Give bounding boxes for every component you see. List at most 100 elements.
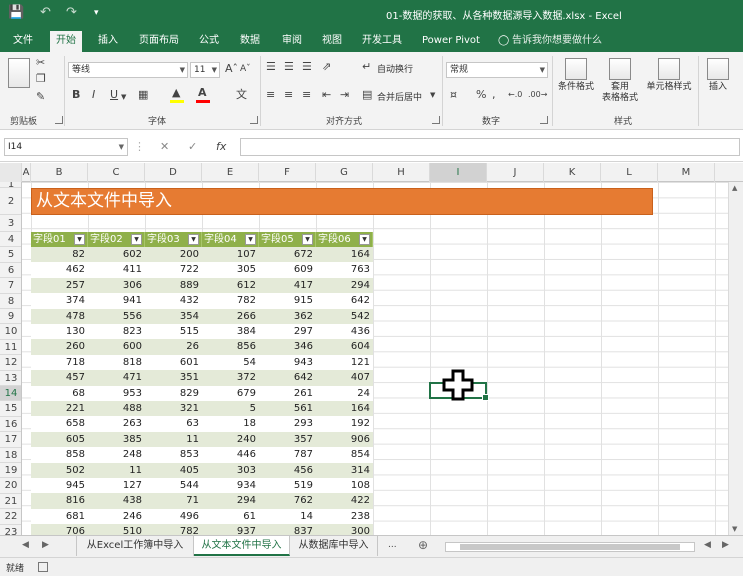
- filter-dropdown-icon[interactable]: ▼: [245, 234, 256, 245]
- column-header-L[interactable]: L: [601, 163, 658, 182]
- alignment-launcher-icon[interactable]: [432, 116, 440, 124]
- table-cell[interactable]: 612: [202, 278, 259, 293]
- wrap-text-button[interactable]: 自动换行: [377, 62, 413, 75]
- row-header-15[interactable]: 15: [0, 401, 21, 417]
- underline-button[interactable]: U: [110, 88, 118, 102]
- cell-styles-button[interactable]: 单元格样式: [642, 58, 696, 93]
- table-cell[interactable]: 478: [31, 309, 88, 324]
- cut-icon[interactable]: ✂: [36, 56, 45, 70]
- table-cell[interactable]: 561: [259, 401, 316, 416]
- table-cell[interactable]: 829: [145, 386, 202, 401]
- table-cell[interactable]: 823: [88, 324, 145, 339]
- table-cell[interactable]: 604: [316, 339, 373, 354]
- paste-button[interactable]: [6, 58, 32, 90]
- column-header-F[interactable]: F: [259, 163, 316, 182]
- fill-color-icon[interactable]: ▲: [172, 86, 180, 100]
- next-sheet-icon[interactable]: ▶: [42, 540, 49, 550]
- table-cell[interactable]: 658: [31, 416, 88, 431]
- prev-sheet-icon[interactable]: ◀: [22, 540, 29, 550]
- redo-icon[interactable]: ↷: [66, 5, 77, 21]
- cancel-icon[interactable]: ✕: [160, 140, 169, 153]
- table-cell[interactable]: 446: [202, 447, 259, 462]
- table-cell[interactable]: 305: [202, 262, 259, 277]
- select-all-button[interactable]: [0, 163, 22, 182]
- column-header-I[interactable]: I: [430, 163, 487, 182]
- table-cell[interactable]: 293: [259, 416, 316, 431]
- table-cell[interactable]: 24: [316, 386, 373, 401]
- row-header-23[interactable]: 23: [0, 525, 21, 535]
- table-cell[interactable]: 642: [259, 370, 316, 385]
- table-cell[interactable]: 856: [202, 339, 259, 354]
- scroll-left-icon[interactable]: ◀: [704, 540, 711, 550]
- increase-indent-icon[interactable]: ⇥: [340, 88, 349, 102]
- align-top-icon[interactable]: ☰: [266, 60, 276, 74]
- table-cell[interactable]: 68: [31, 386, 88, 401]
- row-header-9[interactable]: 9: [0, 309, 21, 325]
- more-sheets-button[interactable]: ...: [388, 540, 397, 550]
- decrease-decimal-icon[interactable]: .00→: [528, 88, 547, 102]
- table-cell[interactable]: 11: [145, 432, 202, 447]
- table-cell[interactable]: 11: [88, 463, 145, 478]
- table-cell[interactable]: 906: [316, 432, 373, 447]
- align-left-icon[interactable]: ≡: [266, 88, 275, 102]
- tab-developer[interactable]: 开发工具: [360, 31, 404, 52]
- table-cell[interactable]: 858: [31, 447, 88, 462]
- row-header-22[interactable]: 22: [0, 509, 21, 525]
- tab-power-pivot[interactable]: Power Pivot: [420, 31, 482, 52]
- row-header-18[interactable]: 18: [0, 448, 21, 463]
- save-icon[interactable]: 💾: [8, 5, 24, 21]
- font-name-combo[interactable]: 等线 ▼: [68, 62, 188, 78]
- table-cell[interactable]: 679: [202, 386, 259, 401]
- row-header-12[interactable]: 12: [0, 355, 21, 371]
- table-cell[interactable]: 248: [88, 447, 145, 462]
- table-cell[interactable]: 261: [259, 386, 316, 401]
- table-cell[interactable]: 354: [145, 309, 202, 324]
- table-cell[interactable]: 411: [88, 262, 145, 277]
- comma-style-icon[interactable]: ,: [492, 88, 496, 102]
- vertical-scrollbar[interactable]: ▲ ▼: [728, 182, 743, 535]
- table-cell[interactable]: 889: [145, 278, 202, 293]
- table-cell[interactable]: 502: [31, 463, 88, 478]
- table-cell[interactable]: 321: [145, 401, 202, 416]
- table-cell[interactable]: 221: [31, 401, 88, 416]
- chevron-down-icon[interactable]: ▼: [121, 90, 126, 104]
- row-header-2[interactable]: 2: [0, 188, 21, 215]
- table-cell[interactable]: 787: [259, 447, 316, 462]
- table-cell[interactable]: 642: [316, 293, 373, 308]
- table-cell[interactable]: 600: [88, 339, 145, 354]
- table-cell[interactable]: 854: [316, 447, 373, 462]
- table-cell[interactable]: 127: [88, 478, 145, 493]
- table-cell[interactable]: 496: [145, 509, 202, 524]
- table-cell[interactable]: 257: [31, 278, 88, 293]
- table-cell[interactable]: 385: [88, 432, 145, 447]
- table-cell[interactable]: 456: [259, 463, 316, 478]
- table-cell[interactable]: 362: [259, 309, 316, 324]
- table-cell[interactable]: 5: [202, 401, 259, 416]
- table-cell[interactable]: 192: [316, 416, 373, 431]
- sheet-tab-text-file[interactable]: 从文本文件中导入: [194, 536, 290, 556]
- italic-button[interactable]: I: [92, 88, 95, 102]
- column-header-H[interactable]: H: [373, 163, 430, 182]
- table-cell[interactable]: 260: [31, 339, 88, 354]
- table-cell[interactable]: 18: [202, 416, 259, 431]
- table-cell[interactable]: 407: [316, 370, 373, 385]
- table-cell[interactable]: 130: [31, 324, 88, 339]
- table-cell[interactable]: 718: [31, 355, 88, 370]
- decrease-font-icon[interactable]: Aˇ: [240, 62, 251, 76]
- table-cell[interactable]: 471: [88, 370, 145, 385]
- table-cell[interactable]: 722: [145, 262, 202, 277]
- row-header-16[interactable]: 16: [0, 417, 21, 433]
- scroll-up-icon[interactable]: ▲: [732, 184, 737, 192]
- table-cell[interactable]: 240: [202, 432, 259, 447]
- table-cell[interactable]: 672: [259, 247, 316, 262]
- copy-icon[interactable]: ❐: [36, 72, 46, 86]
- orientation-icon[interactable]: ⇗: [322, 60, 331, 74]
- sheet-tab-excel-workbook[interactable]: 从Excel工作簿中导入: [76, 536, 194, 556]
- tab-view[interactable]: 视图: [320, 31, 344, 52]
- horizontal-scrollbar[interactable]: [445, 542, 695, 552]
- macro-record-icon[interactable]: [38, 562, 48, 572]
- bold-button[interactable]: B: [72, 88, 80, 102]
- table-cell[interactable]: 238: [316, 509, 373, 524]
- table-cell[interactable]: 818: [88, 355, 145, 370]
- table-cell[interactable]: 609: [259, 262, 316, 277]
